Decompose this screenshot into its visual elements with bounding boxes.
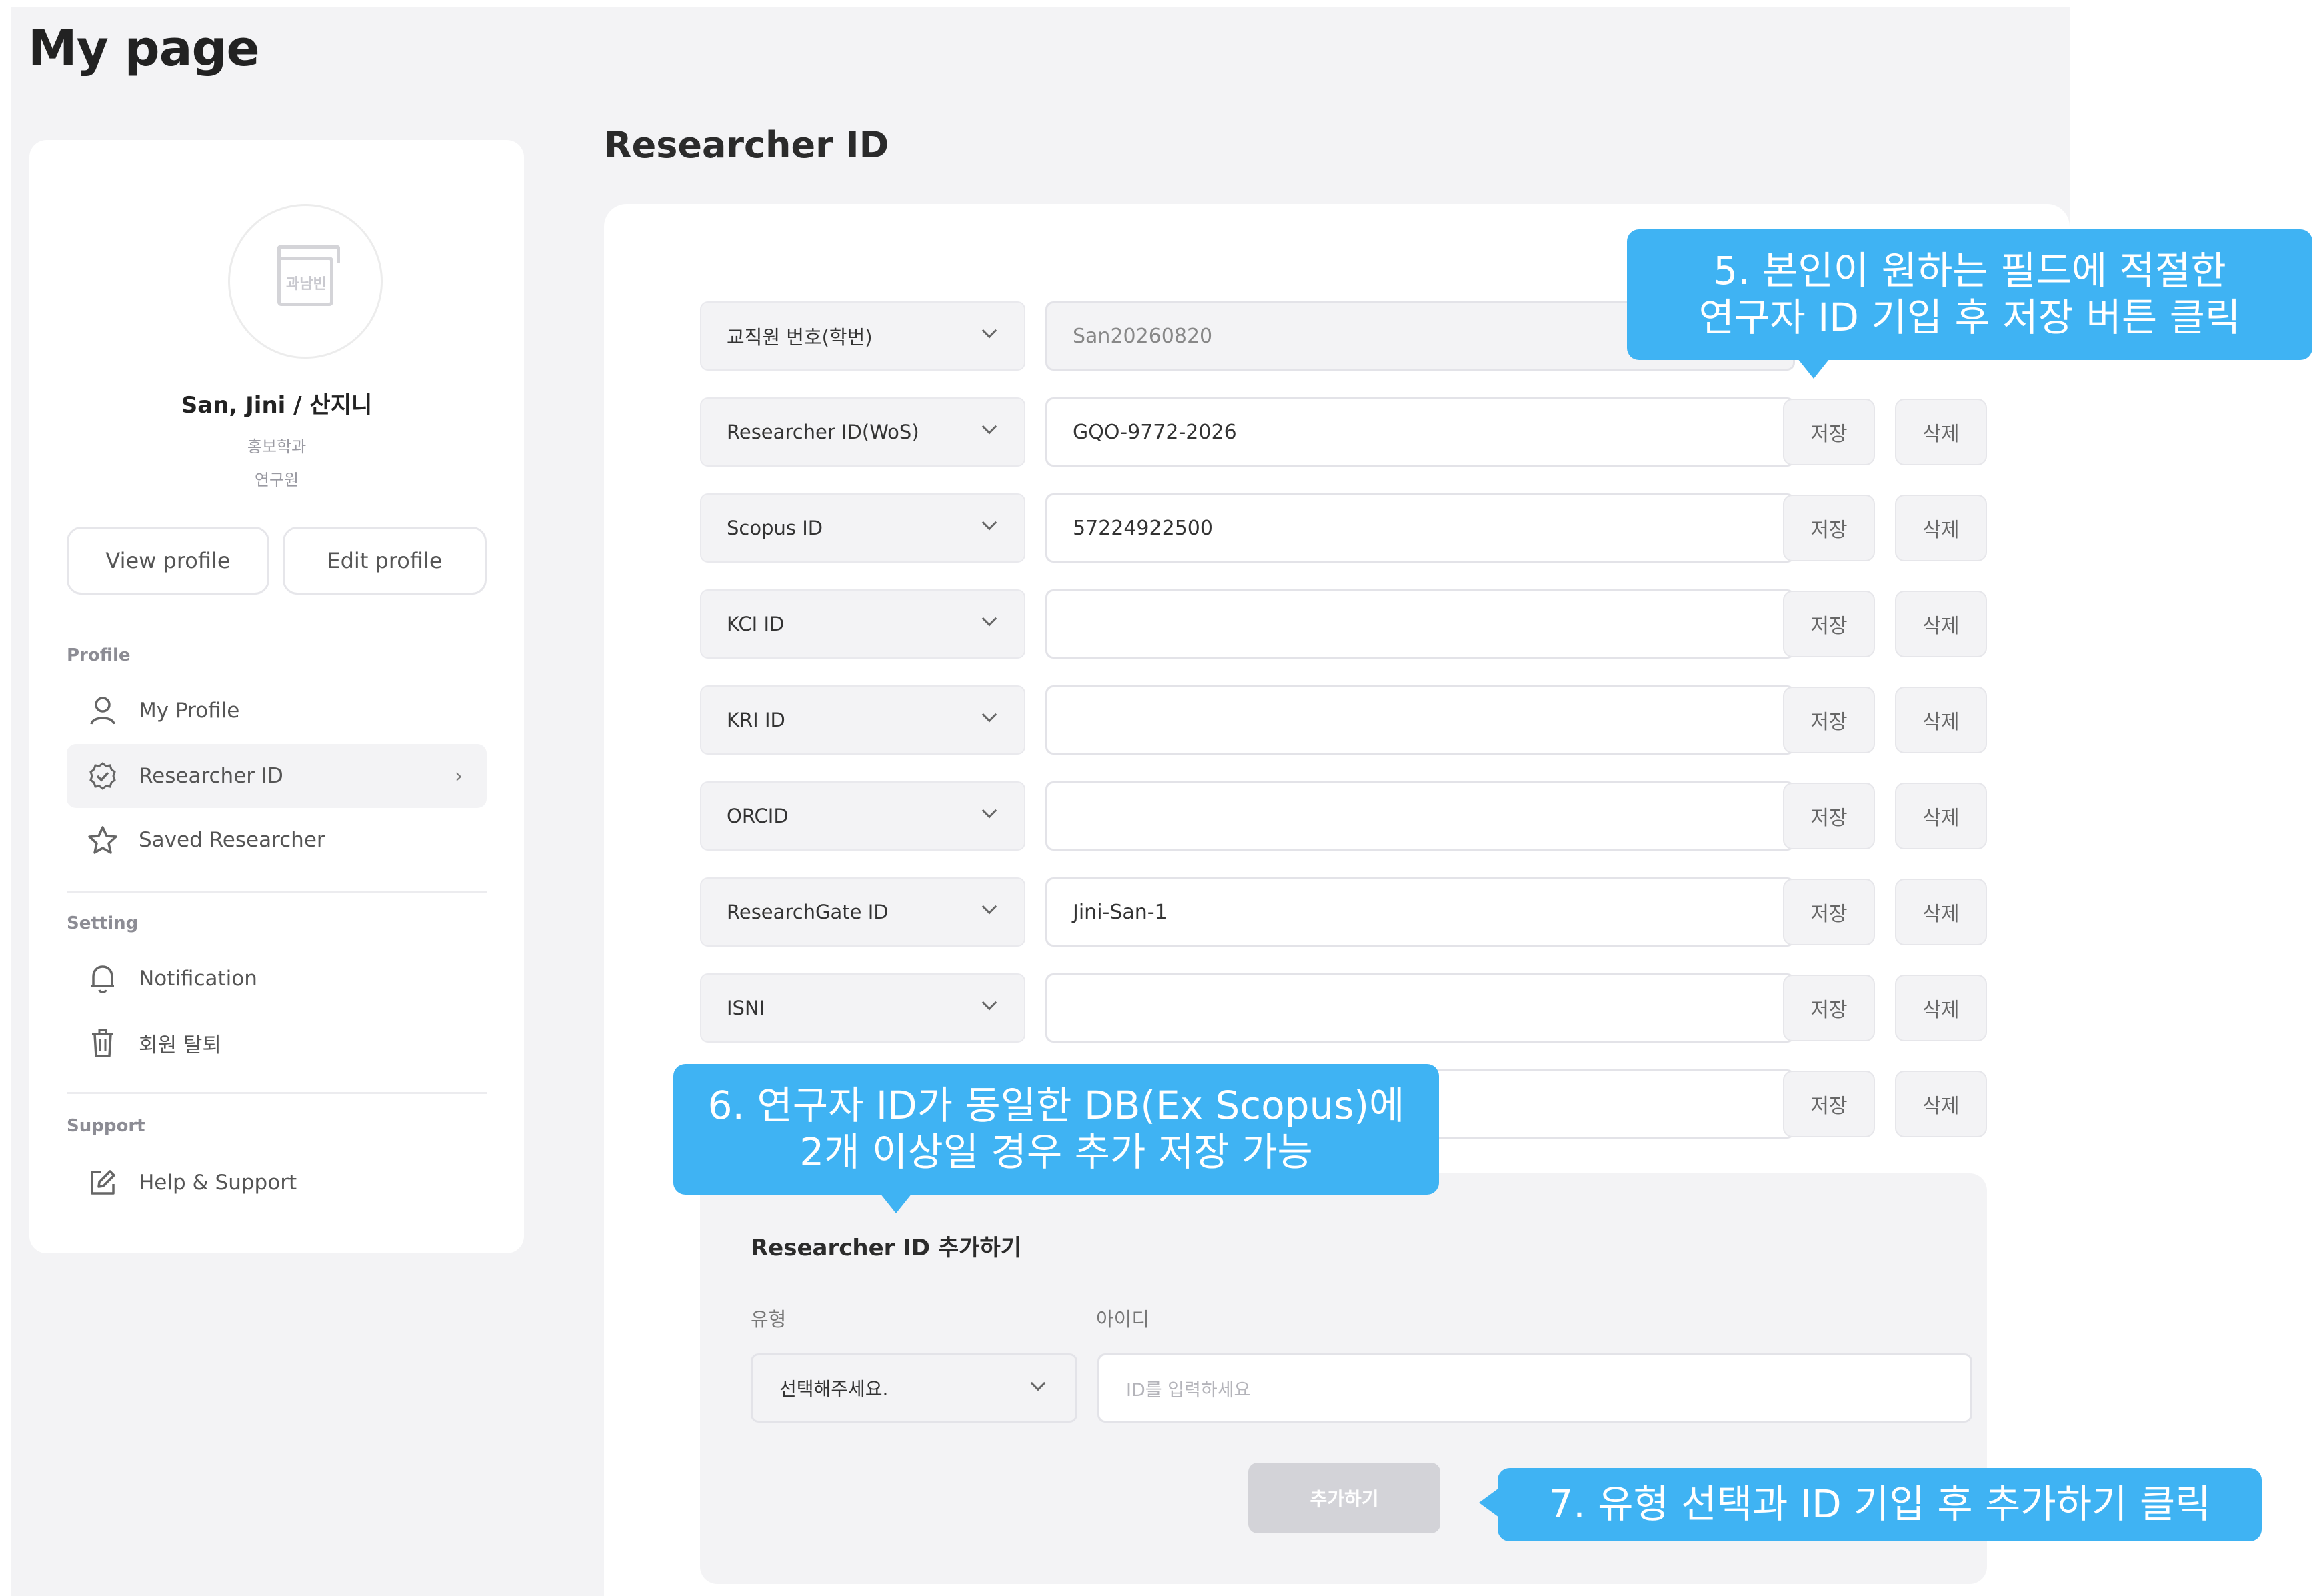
delete-button[interactable]: 삭제 (1895, 687, 1987, 753)
user-role: 연구원 (254, 471, 299, 489)
id-value-input[interactable] (1045, 973, 1795, 1043)
chevron-down-icon (981, 899, 997, 915)
callout-step-5: 5. 본인이 원하는 필드에 적절한 연구자 ID 기입 후 저장 버튼 클릭 (1627, 229, 2312, 379)
sidebar-item-notification[interactable]: Notification (67, 947, 487, 1011)
sidebar-item-label: My Profile (139, 699, 240, 723)
divider (67, 1092, 487, 1094)
id-value-input[interactable] (1045, 589, 1795, 659)
sidebar-item-my-profile[interactable]: My Profile (67, 679, 487, 743)
sidebar-item-saved-researcher[interactable]: Saved Researcher (67, 808, 487, 872)
sidebar-item-label: Notification (139, 967, 257, 991)
sidebar-item-label: 회원 탈퇴 (139, 1033, 221, 1057)
user-icon (87, 695, 119, 727)
save-button[interactable]: 저장 (1783, 687, 1875, 753)
type-label: 유형 (751, 1308, 787, 1331)
id-type-select[interactable]: ORCID (700, 781, 1025, 851)
delete-button[interactable]: 삭제 (1895, 495, 1987, 561)
badge-check-icon (87, 760, 119, 792)
university-logo-icon: 과남빈 (277, 245, 340, 306)
section-label-profile: Profile (67, 645, 131, 665)
save-button[interactable]: 저장 (1783, 879, 1875, 945)
sidebar-item-withdraw[interactable]: 회원 탈퇴 (67, 1011, 487, 1075)
avatar: 과남빈 (228, 204, 383, 359)
chevron-down-icon (981, 995, 997, 1011)
chevron-down-icon (981, 707, 997, 723)
section-label-setting: Setting (67, 913, 139, 933)
id-value-input[interactable]: GQO-9772-2026 (1045, 397, 1795, 467)
sidebar: 과남빈 San, Jini / 산지니 홍보학과 연구원 View profil… (29, 140, 524, 1253)
callout-step-7: 7. 유형 선택과 ID 기입 후 추가하기 클릭 (1479, 1468, 2262, 1541)
add-id-input[interactable]: ID를 입력하세요 (1097, 1353, 1972, 1423)
add-panel-title: Researcher ID 추가하기 (751, 1235, 1022, 1261)
save-button[interactable]: 저장 (1783, 1071, 1875, 1137)
id-type-select[interactable]: Scopus ID (700, 493, 1025, 563)
save-button[interactable]: 저장 (1783, 975, 1875, 1041)
id-type-select[interactable]: KCI ID (700, 589, 1025, 659)
id-label: 아이디 (1096, 1308, 1150, 1331)
id-value-input[interactable]: 57224922500 (1045, 493, 1795, 563)
id-value-input[interactable]: Jini-San-1 (1045, 877, 1795, 947)
callout-tip (1479, 1488, 1499, 1517)
delete-button[interactable]: 삭제 (1895, 975, 1987, 1041)
sidebar-item-label: Saved Researcher (139, 828, 325, 852)
edit-icon (87, 1167, 119, 1199)
section-title: Researcher ID (604, 124, 889, 166)
sidebar-item-help-support[interactable]: Help & Support (67, 1151, 487, 1215)
save-button[interactable]: 저장 (1783, 399, 1875, 465)
id-type-select[interactable]: ISNI (700, 973, 1025, 1043)
user-department: 홍보학과 (247, 437, 307, 456)
chevron-right-icon: › (455, 764, 463, 788)
id-type-select[interactable]: KRI ID (700, 685, 1025, 755)
save-button[interactable]: 저장 (1783, 495, 1875, 561)
id-value-input[interactable] (1045, 781, 1795, 851)
page-title: My page (28, 20, 260, 77)
chevron-down-icon (981, 611, 997, 627)
callout-step-6: 6. 연구자 ID가 동일한 DB(Ex Scopus)에 2개 이상일 경우 … (673, 1064, 1439, 1213)
sidebar-item-label: Researcher ID (139, 764, 283, 788)
save-button[interactable]: 저장 (1783, 591, 1875, 657)
add-type-select[interactable]: 선택해주세요. (751, 1353, 1077, 1423)
delete-button[interactable]: 삭제 (1895, 399, 1987, 465)
delete-button[interactable]: 삭제 (1895, 783, 1987, 849)
id-type-select[interactable]: ResearchGate ID (700, 877, 1025, 947)
save-button[interactable]: 저장 (1783, 783, 1875, 849)
user-name: San, Jini / 산지니 (181, 392, 373, 419)
star-icon (87, 824, 119, 856)
chevron-down-icon (1030, 1375, 1046, 1391)
delete-button[interactable]: 삭제 (1895, 1071, 1987, 1137)
bell-icon (87, 963, 119, 995)
divider (67, 891, 487, 893)
add-button[interactable]: 추가하기 (1248, 1463, 1440, 1533)
view-profile-button[interactable]: View profile (67, 527, 269, 595)
id-type-select[interactable]: 교직원 번호(학번) (700, 301, 1025, 371)
chevron-down-icon (981, 803, 997, 819)
trash-icon (87, 1027, 119, 1059)
edit-profile-button[interactable]: Edit profile (283, 527, 487, 595)
callout-tip (1798, 359, 1830, 379)
sidebar-item-researcher-id[interactable]: Researcher ID › (67, 744, 487, 808)
chevron-down-icon (981, 419, 997, 435)
id-value-input[interactable] (1045, 685, 1795, 755)
delete-button[interactable]: 삭제 (1895, 879, 1987, 945)
section-label-support: Support (67, 1116, 145, 1136)
chevron-down-icon (981, 323, 997, 339)
callout-tip (880, 1193, 912, 1213)
chevron-down-icon (981, 515, 997, 531)
sidebar-item-label: Help & Support (139, 1171, 297, 1195)
delete-button[interactable]: 삭제 (1895, 591, 1987, 657)
id-type-select[interactable]: Researcher ID(WoS) (700, 397, 1025, 467)
